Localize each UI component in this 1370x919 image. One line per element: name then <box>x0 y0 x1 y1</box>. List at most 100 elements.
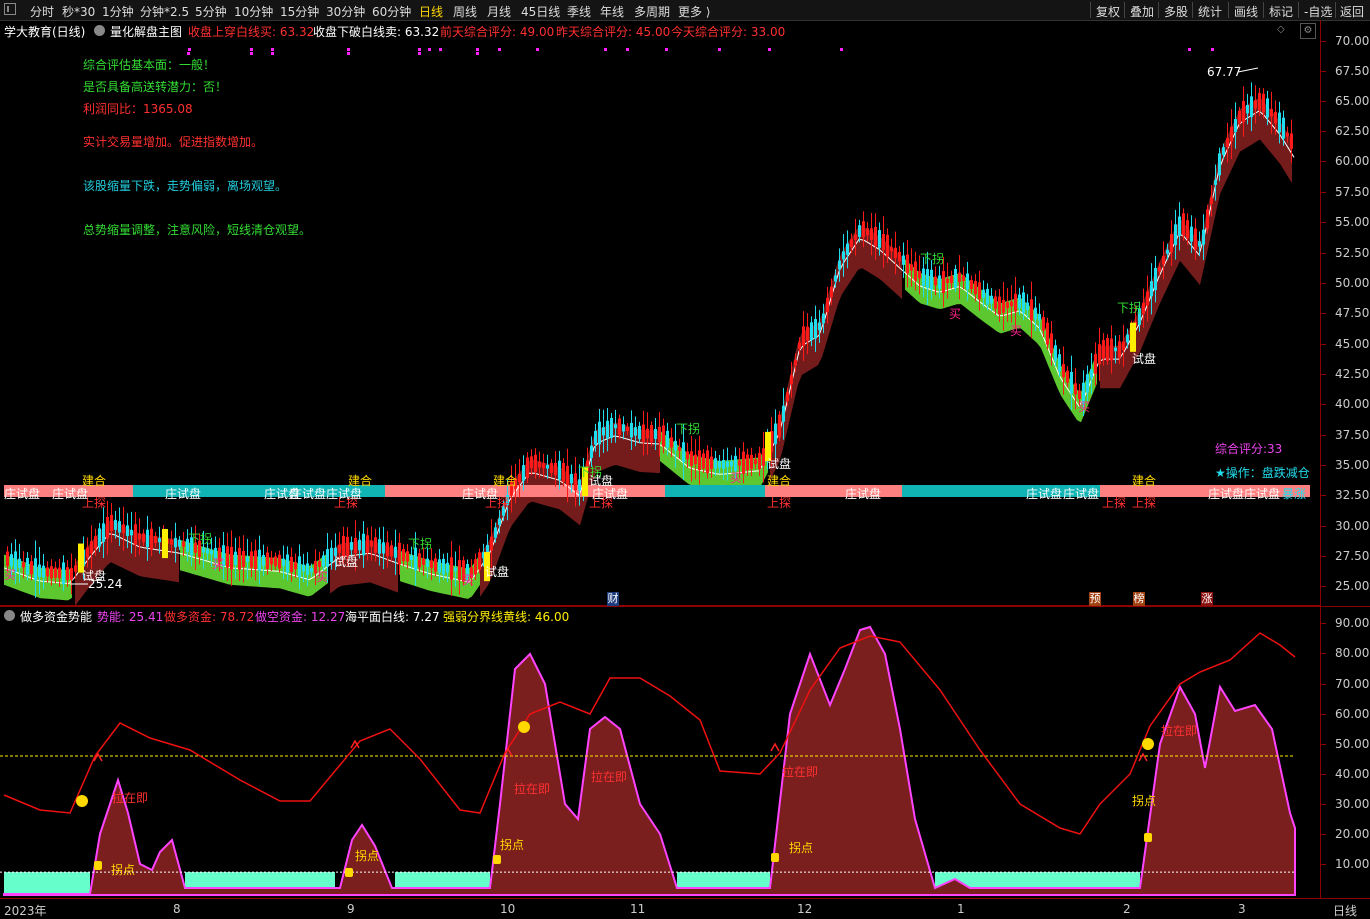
marker-dot <box>271 48 274 51</box>
candle-body <box>382 542 385 554</box>
candle-body <box>638 425 641 440</box>
menu-icon[interactable] <box>4 3 16 15</box>
candle-body <box>674 440 677 451</box>
period-1min[interactable]: 1分钟 <box>102 3 134 20</box>
candle-body <box>262 555 265 566</box>
momentum-chart[interactable] <box>0 607 1320 898</box>
x-axis-period[interactable]: 日线 <box>1333 902 1357 919</box>
period-5min[interactable]: 5分钟 <box>195 3 227 20</box>
draw-line-button[interactable]: 画线 <box>1234 3 1258 20</box>
remove-watchlist-button[interactable]: -自选 <box>1304 3 1332 20</box>
multi-stock-button[interactable]: 多股 <box>1164 3 1188 20</box>
candlesticks <box>6 82 1293 598</box>
candle-body <box>1118 341 1121 358</box>
period-yearly[interactable]: 年线 <box>600 3 624 20</box>
forecast-badge[interactable]: 预 <box>1089 592 1101 606</box>
candle-body <box>1030 299 1033 321</box>
overlay-button[interactable]: 叠加 <box>1130 3 1154 20</box>
candle-body <box>1226 138 1229 147</box>
banker-label: 庄试盘 <box>290 487 327 501</box>
dip-label: 下拐 <box>920 252 945 266</box>
statistics-button[interactable]: 统计 <box>1198 3 1222 20</box>
period-15min[interactable]: 15分钟 <box>280 3 319 20</box>
sub-tick: 90.00 <box>1320 616 1370 630</box>
candle-body <box>206 548 209 554</box>
long-fund-line <box>3 632 1296 835</box>
ranking-badge[interactable]: 榜 <box>1133 592 1145 606</box>
mark-button[interactable]: 标记 <box>1269 3 1293 20</box>
candle-body <box>306 563 309 575</box>
limit-up-badge[interactable]: 涨 <box>1201 592 1213 606</box>
build-label: 建合 <box>767 474 792 488</box>
candle-body <box>934 276 937 286</box>
candle-body <box>322 555 325 567</box>
signal-candle <box>162 528 168 559</box>
candle-body <box>26 557 29 575</box>
candle-body <box>618 418 621 435</box>
toolbar-divider <box>1298 2 1299 18</box>
back-button[interactable]: 返回 <box>1340 3 1364 20</box>
candle-body <box>926 269 929 288</box>
candle-body <box>578 479 581 491</box>
period-10min[interactable]: 10分钟 <box>234 3 273 20</box>
candle-body <box>1170 234 1173 253</box>
candle-body <box>358 539 361 551</box>
sub-tick: 40.00 <box>1320 767 1370 781</box>
restore-rights-button[interactable]: 复权 <box>1096 3 1120 20</box>
candle-body <box>922 268 925 286</box>
candle-body <box>1066 370 1069 383</box>
pull-label: 拉在即 <box>782 765 819 779</box>
candle-body <box>1166 249 1169 254</box>
candle-body <box>870 228 873 240</box>
sub-axis: 90.00 80.00 70.00 60.00 50.00 40.00 30.0… <box>1320 607 1370 898</box>
sub-tick: 80.00 <box>1320 646 1370 660</box>
period-fenshi[interactable]: 分时 <box>30 3 54 20</box>
expand-icon[interactable]: ◇ <box>1277 24 1285 35</box>
candle-body <box>478 552 481 570</box>
candle-body <box>738 460 741 466</box>
period-multi[interactable]: 多周期 <box>634 3 670 20</box>
candle-body <box>698 450 701 471</box>
candle-body <box>990 295 993 304</box>
period-45day[interactable]: 45日线 <box>521 3 560 20</box>
candle-body <box>1278 112 1281 133</box>
finance-badge[interactable]: 财 <box>607 592 619 606</box>
period-monthly[interactable]: 月线 <box>487 3 511 20</box>
candle-body <box>134 524 137 545</box>
marker-dot <box>347 48 350 51</box>
sub-tick: 70.00 <box>1320 677 1370 691</box>
main-price-chart[interactable] <box>0 40 1320 606</box>
candle-body <box>666 430 669 448</box>
candle-body <box>410 555 413 561</box>
sell-line-value: 收盘下破白线卖: 63.32 <box>313 25 440 39</box>
settings-icon[interactable]: ⚙ <box>1300 23 1316 39</box>
candle-body <box>46 567 49 577</box>
up-label: 上探 <box>1132 496 1157 510</box>
candle-body <box>614 424 617 429</box>
marker-dot <box>604 48 607 51</box>
candle-body <box>542 463 545 469</box>
candle-body <box>234 551 237 566</box>
candle-body <box>246 556 249 562</box>
candle-body <box>126 525 129 536</box>
indicator-name[interactable]: 量化解盘主图 <box>110 23 182 40</box>
probe-label: 试盘 <box>334 555 359 569</box>
candle-body <box>774 423 777 445</box>
candle-body <box>158 538 161 543</box>
candle-body <box>838 260 841 270</box>
period-60min[interactable]: 60分钟 <box>372 3 411 20</box>
period-30min[interactable]: 30分钟 <box>326 3 365 20</box>
period-quarterly[interactable]: 季线 <box>567 3 591 20</box>
candle-body <box>290 556 293 573</box>
candle-body <box>278 554 281 569</box>
marker-dot <box>476 52 479 55</box>
candle-body <box>170 539 173 545</box>
candle-body <box>258 549 261 571</box>
period-2.5min[interactable]: 分钟*2.5 <box>140 3 189 20</box>
period-daily[interactable]: 日线 <box>419 3 443 20</box>
period-30s[interactable]: 秒*30 <box>62 3 95 20</box>
sub-tick: 30.00 <box>1320 797 1370 811</box>
indicator-toggle-icon[interactable] <box>94 25 105 36</box>
period-more[interactable]: 更多 ⟩ <box>678 3 711 20</box>
period-weekly[interactable]: 周线 <box>453 3 477 20</box>
